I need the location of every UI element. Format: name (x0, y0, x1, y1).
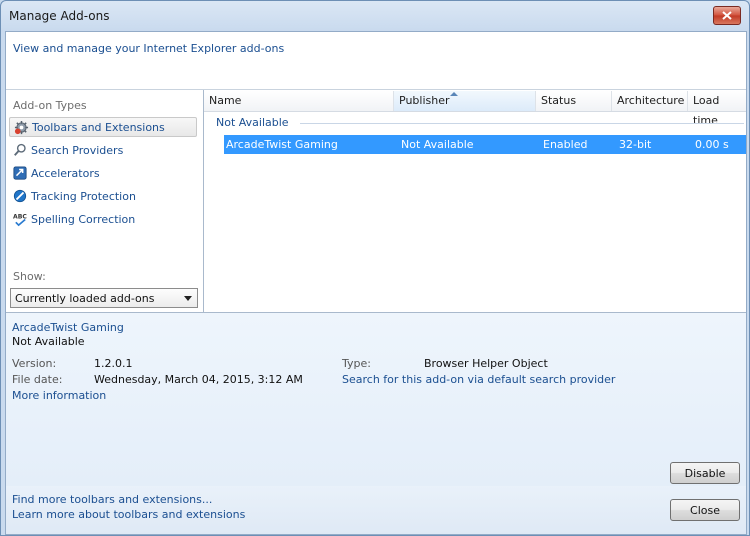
nav-item-label: Tracking Protection (31, 189, 136, 203)
show-label: Show: (13, 270, 46, 283)
learn-more-link[interactable]: Learn more about toolbars and extensions (12, 508, 245, 521)
chevron-down-icon (184, 296, 192, 301)
nav-item-accelerators[interactable]: Accelerators (9, 163, 197, 183)
detail-publisher: Not Available (12, 335, 85, 348)
addon-types-pane: Add-on Types Toolbars and Extensions Sea… (6, 90, 204, 312)
group-header: Not Available (208, 114, 744, 132)
nav-item-search-providers[interactable]: Search Providers (9, 140, 197, 160)
detail-addon-name: ArcadeTwist Gaming (12, 321, 124, 334)
no-entry-icon (12, 188, 28, 204)
more-information-link[interactable]: More information (12, 389, 106, 402)
version-value: 1.2.0.1 (94, 357, 133, 370)
column-header-row: Name Publisher Status Architecture Load … (204, 91, 746, 127)
close-icon (722, 11, 732, 20)
group-divider (300, 123, 744, 124)
close-button[interactable]: Close (670, 499, 740, 521)
group-label: Not Available (216, 116, 289, 129)
disable-button[interactable]: Disable (670, 462, 740, 484)
column-header-publisher[interactable]: Publisher (394, 91, 536, 111)
nav-item-label: Accelerators (31, 166, 100, 180)
spellcheck-icon: ABC (12, 211, 28, 227)
column-header-status[interactable]: Status (536, 91, 612, 111)
version-label: Version: (12, 357, 57, 370)
title-bar: Manage Add-ons (1, 1, 749, 31)
dropdown-value: Currently loaded add-ons (15, 291, 155, 305)
footer-area: Find more toolbars and extensions... Lea… (6, 486, 746, 534)
nav-item-tracking-protection[interactable]: Tracking Protection (9, 186, 197, 206)
nav-item-label: Spelling Correction (31, 212, 136, 226)
find-more-link[interactable]: Find more toolbars and extensions... (12, 493, 212, 506)
accelerator-icon (12, 165, 28, 181)
window-title: Manage Add-ons (9, 9, 110, 23)
addon-list-pane: Name Publisher Status Architecture Load … (204, 90, 746, 344)
file-date-value: Wednesday, March 04, 2015, 3:12 AM (94, 373, 303, 386)
dialog-content: View and manage your Internet Explorer a… (5, 31, 747, 535)
cell-publisher: Not Available (401, 138, 474, 151)
column-header-name[interactable]: Name (204, 91, 394, 111)
addon-types-label: Add-on Types (13, 99, 87, 112)
sort-ascending-icon (450, 92, 458, 96)
show-filter-dropdown[interactable]: Currently loaded add-ons (10, 288, 198, 308)
search-icon (12, 142, 28, 158)
type-value: Browser Helper Object (424, 357, 548, 370)
addon-details-pane: ArcadeTwist Gaming Not Available Version… (6, 312, 746, 487)
cell-architecture: 32-bit (619, 138, 652, 151)
cell-load-time: 0.00 s (695, 138, 729, 151)
nav-item-label: Search Providers (31, 143, 124, 157)
column-header-load-time[interactable]: Load time (688, 91, 746, 127)
cell-name: ArcadeTwist Gaming (226, 138, 338, 151)
nav-item-spelling-correction[interactable]: ABC Spelling Correction (9, 209, 197, 229)
window-close-button[interactable] (713, 6, 741, 25)
type-label: Type: (342, 357, 371, 370)
manage-addons-window: Manage Add-ons View and manage your Inte… (0, 0, 750, 536)
nav-item-label: Toolbars and Extensions (32, 120, 165, 134)
nav-item-toolbars-extensions[interactable]: Toolbars and Extensions (9, 117, 197, 137)
gear-icon (13, 119, 29, 135)
header-description: View and manage your Internet Explorer a… (13, 42, 285, 55)
search-addon-link[interactable]: Search for this add-on via default searc… (342, 373, 615, 386)
table-row[interactable]: ArcadeTwist Gaming Not Available Enabled… (224, 135, 746, 154)
cell-status: Enabled (543, 138, 588, 151)
header-area: View and manage your Internet Explorer a… (6, 32, 746, 90)
file-date-label: File date: (12, 373, 63, 386)
column-header-architecture[interactable]: Architecture (612, 91, 688, 111)
